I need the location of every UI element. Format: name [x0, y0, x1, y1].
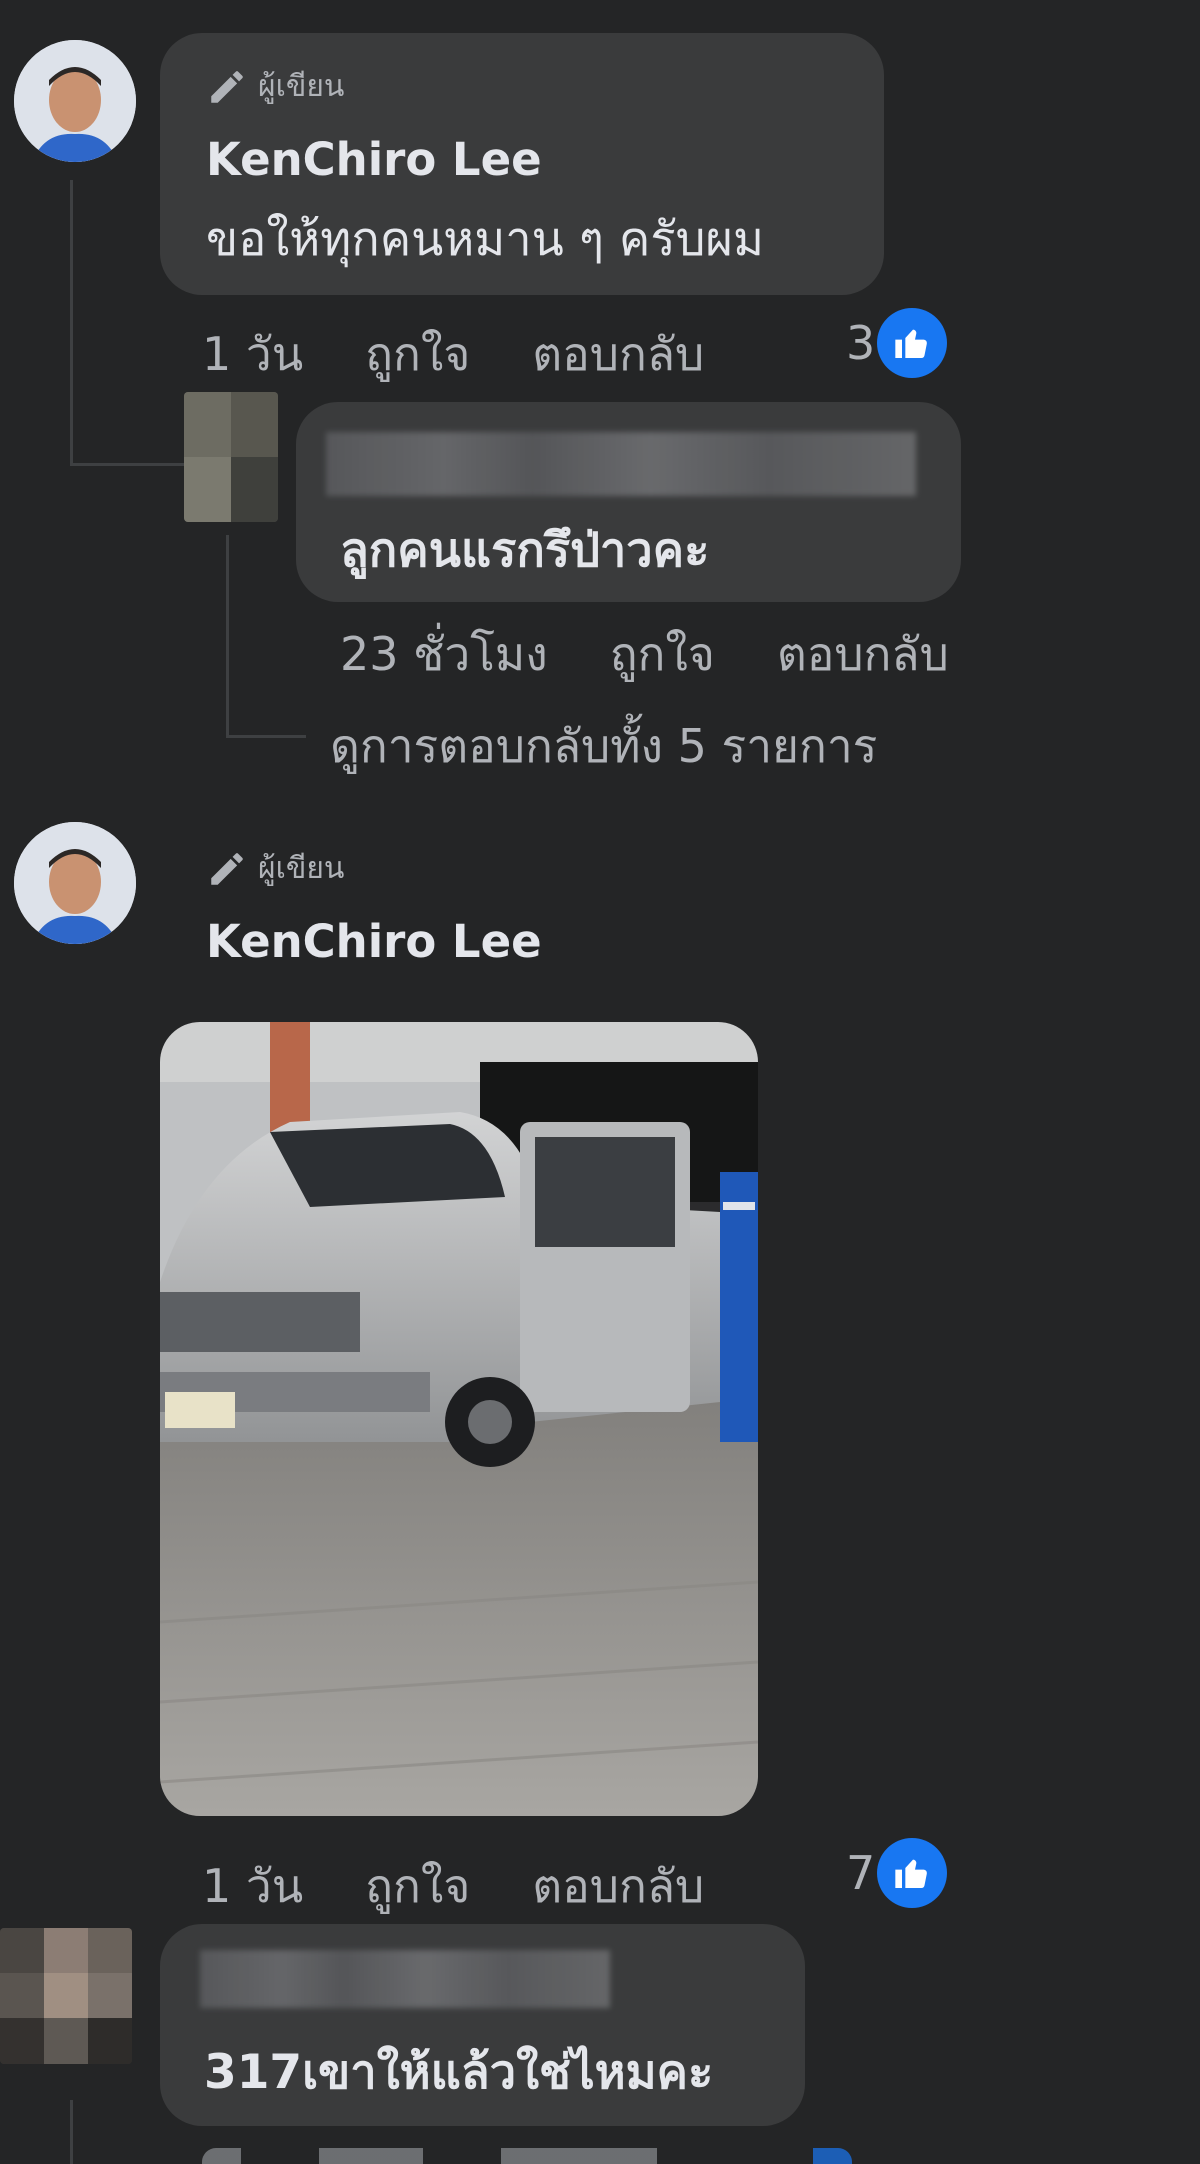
reply-actions: 23 ชั่วโมง ถูกใจ ตอบกลับ	[340, 618, 1011, 691]
pencil-icon	[211, 852, 243, 885]
author-badge: ผู้เขียน	[206, 845, 344, 892]
pencil-icon	[211, 70, 243, 103]
reply-text: ลูกคนแรกรึป่าวคะ	[340, 523, 710, 578]
author-badge-label: ผู้เขียน	[258, 69, 345, 104]
reply-time[interactable]: 23 ชั่วโมง	[340, 618, 548, 691]
blurred-author-name	[200, 1950, 610, 2008]
comment-text: ขอให้ทุกคนหมาน ๆ ครับผม	[206, 212, 764, 267]
reply-button[interactable]: ตอบกลับ	[777, 618, 949, 691]
reply-bubble: ลูกคนแรกรึป่าวคะ	[296, 402, 961, 602]
commenter-avatar[interactable]	[0, 1928, 132, 2064]
comment-author[interactable]: KenChiro Lee	[206, 915, 542, 968]
comment-time[interactable]: 1 วัน	[202, 318, 303, 391]
thumbs-up-icon	[877, 308, 948, 378]
thread-line	[70, 180, 73, 465]
like-button[interactable]: ถูกใจ	[610, 618, 715, 691]
reply-button[interactable]: ตอบกลับ	[532, 1850, 704, 1923]
reaction-count[interactable]: 7	[846, 1838, 948, 1908]
thread-line	[70, 463, 190, 466]
like-button[interactable]: ถูกใจ	[365, 318, 470, 391]
thread-line	[226, 735, 306, 738]
author-badge-label: ผู้เขียน	[258, 851, 345, 886]
reaction-number: 7	[846, 1846, 876, 1900]
reaction-number: 3	[846, 316, 876, 370]
thumbs-up-icon	[877, 1838, 948, 1908]
blurred-author-name	[326, 432, 916, 496]
comment-photo[interactable]	[160, 1022, 758, 1816]
thread-line	[226, 535, 229, 735]
reply-button[interactable]: ตอบกลับ	[532, 318, 704, 391]
reaction-count[interactable]: 3	[846, 308, 948, 378]
comment-actions: 1 วัน ถูกใจ ตอบกลับ	[202, 318, 766, 391]
thread-line	[70, 2100, 73, 2164]
reply-avatar[interactable]	[184, 392, 278, 522]
author-badge: ผู้เขียน	[206, 63, 344, 110]
author-avatar[interactable]	[14, 40, 136, 162]
like-button[interactable]: ถูกใจ	[365, 1850, 470, 1923]
comment-bubble: ผู้เขียน KenChiro Lee ขอให้ทุกคนหมาน ๆ ค…	[160, 33, 884, 295]
view-replies-link[interactable]: ดูการตอบกลับทั้ง 5 รายการ	[330, 710, 877, 783]
comment-text: 317เขาให้แล้วใช่ไหมคะ	[204, 2045, 714, 2100]
comment-bubble: 317เขาให้แล้วใช่ไหมคะ	[160, 1924, 805, 2126]
comment-actions: 1 วัน ถูกใจ ตอบกลับ	[202, 1850, 766, 1923]
comment-time[interactable]: 1 วัน	[202, 1850, 303, 1923]
comment-author[interactable]: KenChiro Lee	[206, 133, 542, 186]
view-replies-label: ดูการตอบกลับทั้ง 5 รายการ	[330, 719, 878, 773]
next-actions-clipped	[202, 2148, 852, 2164]
author-avatar[interactable]	[14, 822, 136, 944]
